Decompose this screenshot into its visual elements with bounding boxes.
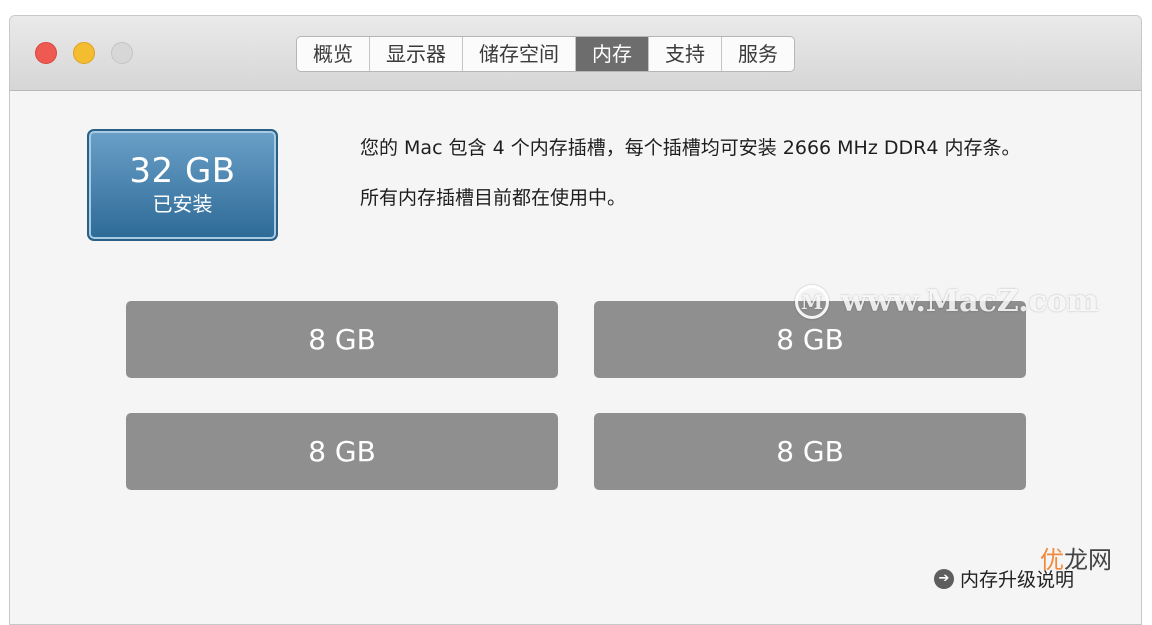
minimize-button[interactable] (73, 42, 95, 64)
system-info-window: 概览 显示器 储存空间 内存 支持 服务 32 GB 已安装 您的 Mac 包含… (9, 15, 1142, 625)
memory-slot-4: 8 GB (594, 413, 1026, 490)
corner-watermark-accent: 优 (1040, 546, 1064, 574)
memory-slot-status: 所有内存插槽目前都在使用中。 (360, 187, 627, 209)
close-button[interactable] (35, 42, 57, 64)
watermark-text: www.MacZ.com (841, 284, 1099, 319)
watermark-logo-icon: M (795, 284, 829, 319)
installed-memory-size: 32 GB (129, 151, 236, 191)
zoom-button[interactable] (111, 42, 133, 64)
installed-memory-badge: 32 GB 已安装 (87, 129, 278, 241)
corner-watermark: 优龙网 (1040, 540, 1112, 575)
title-bar: 概览 显示器 储存空间 内存 支持 服务 (10, 16, 1141, 91)
tab-storage[interactable]: 储存空间 (463, 37, 576, 71)
memory-panel: 32 GB 已安装 您的 Mac 包含 4 个内存插槽，每个插槽均可安装 266… (10, 91, 1141, 624)
memory-slot-1: 8 GB (126, 301, 558, 378)
memory-description: 您的 Mac 包含 4 个内存插槽，每个插槽均可安装 2666 MHz DDR4… (360, 137, 1021, 159)
arrow-right-circle-icon: ➔ (934, 568, 954, 589)
installed-memory-label: 已安装 (152, 192, 213, 216)
memory-slot-3: 8 GB (126, 413, 558, 490)
tab-displays[interactable]: 显示器 (370, 37, 463, 71)
corner-watermark-rest: 龙网 (1064, 546, 1112, 574)
tab-bar: 概览 显示器 储存空间 内存 支持 服务 (296, 36, 795, 72)
tab-support[interactable]: 支持 (649, 37, 722, 71)
tab-memory[interactable]: 内存 (576, 37, 649, 71)
watermark: M www.MacZ.com (795, 284, 1099, 319)
tab-service[interactable]: 服务 (722, 37, 794, 71)
tab-overview[interactable]: 概览 (297, 37, 370, 71)
